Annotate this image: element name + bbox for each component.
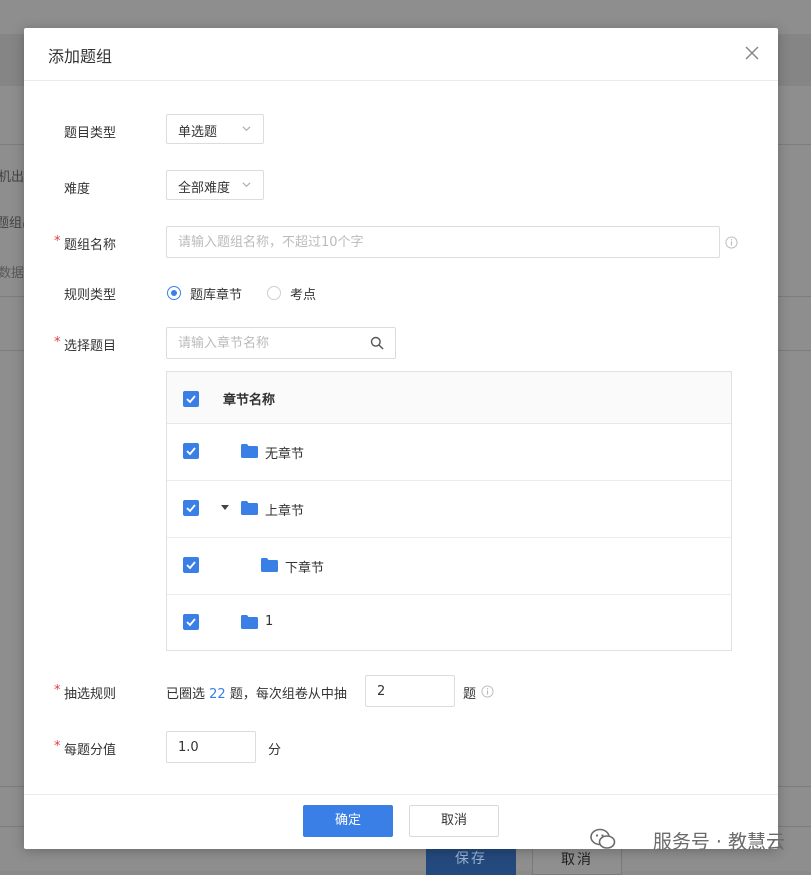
question-type-select[interactable]: 单选题	[166, 114, 264, 144]
difficulty-value: 全部难度	[178, 181, 231, 196]
dialog-title: 添加题组	[48, 47, 113, 66]
folder-icon	[261, 558, 278, 572]
wechat-icon	[590, 828, 616, 849]
folder-icon	[241, 615, 258, 629]
info-icon[interactable]	[481, 685, 494, 698]
background-text-fragment: 数据	[0, 266, 25, 281]
radio-chapter[interactable]	[167, 286, 181, 300]
draw-rule-prefix: 已圈选	[166, 687, 206, 702]
group-name-input[interactable]	[166, 226, 720, 258]
select-all-checkbox[interactable]	[183, 391, 199, 407]
select-questions-label: * 选择题目	[54, 335, 117, 354]
chapter-name-column-header: 章节名称	[223, 393, 276, 408]
tree-header-row: 章节名称	[167, 372, 731, 424]
cancel-button[interactable]: 取消	[409, 805, 499, 837]
row-checkbox[interactable]	[183, 500, 199, 516]
tree-row[interactable]: 无章节	[167, 423, 731, 481]
radio-knowledge-point[interactable]	[267, 286, 281, 300]
row-checkbox[interactable]	[183, 557, 199, 573]
draw-count-input[interactable]	[365, 675, 455, 707]
question-type-value: 单选题	[178, 125, 218, 140]
score-label-text: 每题分值	[64, 743, 117, 758]
score-label: * 每题分值	[54, 739, 117, 758]
difficulty-select[interactable]: 全部难度	[166, 170, 264, 200]
select-questions-label-text: 选择题目	[64, 339, 117, 354]
add-question-group-dialog: 添加题组 题目类型 单选题 难度 全部难度 * 题组名称 请输入题组名称，不超过…	[24, 28, 778, 849]
required-mark: *	[54, 335, 61, 350]
draw-rule-label-text: 抽选规则	[64, 687, 117, 702]
dialog-header: 添加题组	[24, 28, 778, 81]
score-input[interactable]	[166, 731, 256, 763]
draw-rule-label: * 抽选规则	[54, 683, 117, 702]
required-mark: *	[54, 739, 61, 754]
search-icon[interactable]	[370, 336, 384, 350]
folder-icon	[241, 444, 258, 458]
required-mark: *	[54, 234, 61, 249]
info-icon[interactable]	[725, 236, 738, 249]
draw-rule-text: 已圈选 22 题，每次组卷从中抽	[166, 683, 347, 702]
tree-row[interactable]: 上章节	[167, 480, 731, 538]
draw-rule-suffix: 题	[463, 687, 477, 702]
selected-count: 22	[209, 687, 226, 702]
confirm-button[interactable]: 确定	[303, 805, 393, 837]
folder-icon	[241, 501, 258, 515]
row-checkbox[interactable]	[183, 443, 199, 459]
chevron-down-icon	[242, 126, 251, 132]
tree-row[interactable]: 1	[167, 594, 731, 651]
required-mark: *	[54, 683, 61, 698]
radio-chapter-label[interactable]: 题库章节	[190, 284, 242, 303]
tree-row[interactable]: 下章节	[167, 537, 731, 595]
tree-node-label: 1	[265, 614, 274, 629]
draw-rule-middle: 题，每次组卷从中抽	[229, 687, 347, 702]
difficulty-label: 难度	[64, 182, 91, 197]
tree-node-label: 无章节	[265, 447, 305, 462]
chevron-down-icon	[242, 182, 251, 188]
tree-node-label: 上章节	[265, 504, 305, 519]
chapter-search-input[interactable]	[166, 327, 396, 359]
caret-down-icon[interactable]	[221, 505, 229, 511]
close-icon[interactable]	[744, 45, 760, 61]
watermark-text: 服务号 · 教慧云	[652, 831, 785, 853]
rule-type-label: 规则类型	[64, 288, 117, 303]
chapter-tree-table: 章节名称 无章节 上章节 下章节 1	[166, 371, 732, 651]
score-unit: 分	[268, 743, 282, 758]
radio-knowledge-point-label[interactable]: 考点	[290, 284, 316, 303]
question-type-label: 题目类型	[64, 126, 117, 141]
row-checkbox[interactable]	[183, 614, 199, 630]
tree-node-label: 下章节	[285, 561, 325, 576]
group-name-label-text: 题组名称	[64, 238, 117, 253]
group-name-label: * 题组名称	[54, 234, 117, 253]
